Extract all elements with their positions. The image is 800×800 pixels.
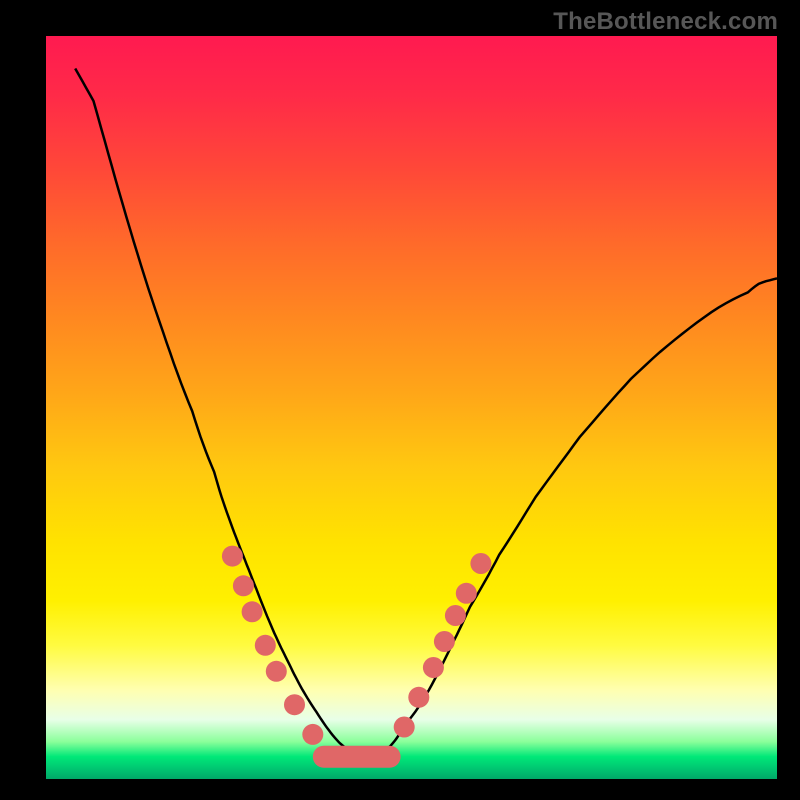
marker-right-3 (434, 631, 455, 652)
watermark-text: TheBottleneck.com (553, 8, 778, 36)
marker-left-3 (255, 635, 276, 656)
curve-svg (46, 36, 777, 779)
marker-right-6 (470, 553, 491, 574)
marker-left-5 (284, 694, 305, 715)
marker-right-4 (445, 605, 466, 626)
marker-left-0 (222, 546, 243, 567)
marker-right-2 (423, 657, 444, 678)
bottleneck-curve (75, 69, 777, 757)
marker-left-4 (266, 661, 287, 682)
marker-right-5 (456, 583, 477, 604)
marker-group (222, 546, 492, 757)
chart-container: TheBottleneck.com (0, 0, 800, 800)
marker-right-1 (408, 687, 429, 708)
marker-left-2 (242, 601, 263, 622)
marker-left-6 (302, 724, 323, 745)
marker-right-0 (394, 717, 415, 738)
curve-group (75, 69, 777, 757)
marker-left-1 (233, 575, 254, 596)
